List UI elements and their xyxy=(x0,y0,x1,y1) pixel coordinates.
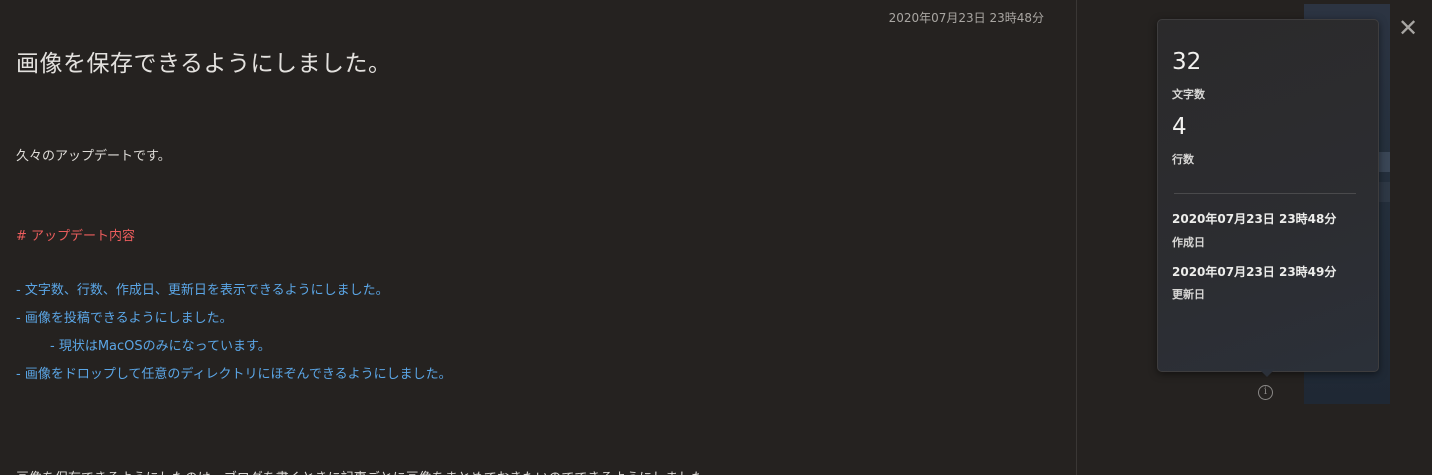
editor-timestamp: 2020年07月23日 23時48分 xyxy=(888,11,1044,25)
char-count-value: 32 xyxy=(1172,49,1202,75)
editor-list-subitem[interactable]: - 現状はMacOSのみになっています。 xyxy=(50,335,271,354)
line-count-label: 行数 xyxy=(1172,153,1194,166)
updated-date-value: 2020年07月23日 23時49分 xyxy=(1172,265,1337,279)
created-date-value: 2020年07月23日 23時48分 xyxy=(1172,212,1337,226)
editor-list-item[interactable]: - 文字数、行数、作成日、更新日を表示できるようにしました。 xyxy=(16,279,389,298)
info-icon[interactable]: i xyxy=(1258,385,1273,400)
char-count-label: 文字数 xyxy=(1172,88,1205,101)
editor-list-item[interactable]: - 画像をドロップして任意のディレクトリにほぞんできるようにしました。 xyxy=(16,363,452,382)
editor-line-intro[interactable]: 久々のアップデートです。 xyxy=(16,145,171,164)
updated-date-label: 更新日 xyxy=(1172,288,1205,301)
popover-arrow xyxy=(1259,369,1275,377)
line-count-value: 4 xyxy=(1172,114,1187,140)
editor-line-paragraph[interactable]: 画像を保存できるようにしたのは、ブログを書くときに記事ごとに画像をまとめておきた… xyxy=(16,467,717,475)
thumbnail-strip xyxy=(1379,152,1390,172)
editor-line-heading[interactable]: # アップデート内容 xyxy=(16,225,135,244)
close-icon[interactable]: ✕ xyxy=(1393,13,1423,43)
created-date-label: 作成日 xyxy=(1172,236,1205,249)
document-title[interactable]: 画像を保存できるようにしました。 xyxy=(16,44,392,78)
thumbnail-strip xyxy=(1379,182,1390,202)
info-popover: 32 文字数 4 行数 2020年07月23日 23時48分 作成日 2020年… xyxy=(1157,19,1379,372)
app-window: 2020年07月23日 23時48分 画像を保存できるようにしました。 久々のア… xyxy=(0,0,1432,475)
editor-list-item[interactable]: - 画像を投稿できるようにしました。 xyxy=(16,307,233,326)
popover-separator xyxy=(1174,193,1356,194)
editor-pane[interactable]: 2020年07月23日 23時48分 画像を保存できるようにしました。 久々のア… xyxy=(0,0,1076,475)
